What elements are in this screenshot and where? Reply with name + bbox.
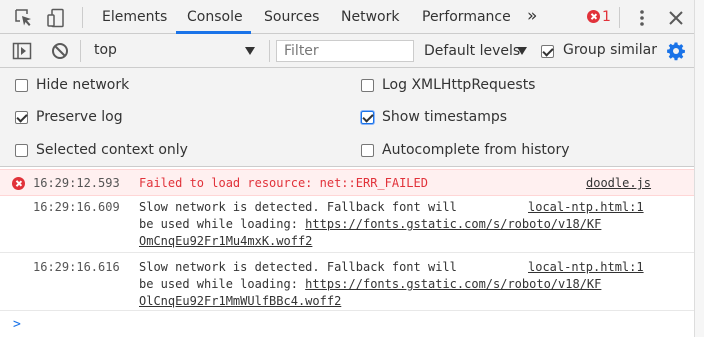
tab-console[interactable]: Console [187, 0, 243, 34]
message-text: Failed to load resource: net::ERR_FAILED [139, 176, 428, 190]
message-url-link[interactable]: OmCnqEu92Fr1Mu4mxK.woff2 [139, 234, 312, 248]
message-timestamp: 16:29:16.609 [33, 200, 120, 214]
message-text-line: be used while loading: https://fonts.gst… [139, 217, 601, 231]
console-message: 16:29:16.616 Slow network is detected. F… [0, 253, 694, 311]
message-text-line: be used while loading: https://fonts.gst… [139, 277, 601, 291]
selected-context-only-label[interactable]: Selected context only [36, 142, 188, 158]
show-timestamps-checkbox[interactable] [361, 111, 374, 124]
show-timestamps-label[interactable]: Show timestamps [382, 109, 507, 125]
tab-network[interactable]: Network [341, 0, 399, 34]
message-source-link[interactable]: doodle.js [586, 176, 651, 190]
hide-network-checkbox[interactable] [15, 79, 28, 92]
message-text-line: Slow network is detected. Fallback font … [139, 260, 457, 274]
inspect-element-icon[interactable] [14, 8, 34, 28]
message-url-link[interactable]: OlCnqEu92Fr1MmWUlfBBc4.woff2 [139, 294, 341, 308]
dropdown-arrow-icon [245, 47, 255, 55]
group-similar-label[interactable]: Group similar [563, 42, 657, 58]
toolbar-divider [269, 40, 270, 62]
autocomplete-from-history-label[interactable]: Autocomplete from history [382, 142, 570, 158]
message-source-link[interactable]: local-ntp.html:1 [528, 260, 644, 274]
toolbar-divider [619, 7, 620, 28]
console-messages: 16:29:12.593 Failed to load resource: ne… [0, 167, 694, 337]
message-text: be used while loading: [139, 277, 306, 291]
execution-context-value: top [94, 42, 117, 58]
console-settings-pane: Hide network Preserve log Selected conte… [0, 68, 694, 167]
dropdown-arrow-icon[interactable] [517, 47, 527, 55]
console-message: 16:29:16.609 Slow network is detected. F… [0, 196, 694, 253]
selected-context-only-checkbox[interactable] [15, 144, 28, 157]
more-tabs-chevron-icon[interactable]: » [527, 0, 537, 33]
log-xmlhttprequests-checkbox[interactable] [361, 79, 374, 92]
group-similar-checkbox[interactable] [541, 45, 554, 58]
error-count[interactable]: 1 [602, 0, 611, 35]
hide-network-label[interactable]: Hide network [36, 77, 129, 93]
log-levels-label: Default levels [424, 43, 521, 59]
toolbar-divider [80, 40, 81, 62]
error-count-icon[interactable] [587, 10, 600, 23]
device-toolbar-icon[interactable] [46, 8, 66, 28]
message-text-line: OmCnqEu92Fr1Mu4mxK.woff2 [139, 234, 312, 248]
clear-console-icon[interactable] [50, 41, 70, 61]
tab-sources[interactable]: Sources [264, 0, 319, 34]
console-prompt-chevron-icon[interactable]: > [13, 317, 21, 332]
preserve-log-label[interactable]: Preserve log [36, 109, 123, 125]
message-text-line: OlCnqEu92Fr1MmWUlfBBc4.woff2 [139, 294, 341, 308]
message-url-link[interactable]: https://fonts.gstatic.com/s/roboto/v18/K… [305, 277, 601, 291]
preserve-log-checkbox[interactable] [15, 111, 28, 124]
message-timestamp: 16:29:12.593 [33, 176, 120, 190]
console-settings-gear-icon[interactable] [666, 41, 686, 61]
vertical-scrollbar[interactable] [694, 0, 704, 337]
show-sidebar-icon[interactable] [12, 41, 32, 61]
message-text-line: Slow network is detected. Fallback font … [139, 200, 457, 214]
log-levels-dropdown[interactable]: Default levels [424, 34, 520, 68]
message-url-link[interactable]: https://fonts.gstatic.com/s/roboto/v18/K… [305, 217, 601, 231]
console-message-error: 16:29:12.593 Failed to load resource: ne… [0, 169, 694, 196]
tab-elements[interactable]: Elements [102, 0, 167, 34]
filter-input[interactable] [276, 40, 414, 62]
devtools-tab-bar: Elements Console Sources Network Perform… [0, 0, 694, 34]
message-text: be used while loading: [139, 217, 306, 231]
error-icon [12, 177, 25, 190]
close-icon[interactable] [666, 8, 686, 28]
log-xmlhttprequests-label[interactable]: Log XMLHttpRequests [382, 77, 535, 93]
toolbar-divider [82, 7, 83, 28]
message-timestamp: 16:29:16.616 [33, 260, 120, 274]
autocomplete-from-history-checkbox[interactable] [361, 144, 374, 157]
kebab-menu-icon[interactable] [632, 8, 652, 28]
execution-context-select[interactable]: top [85, 40, 265, 62]
tab-performance[interactable]: Performance [422, 0, 511, 34]
console-toolbar: top Default levels Group similar [0, 34, 694, 68]
message-source-link[interactable]: local-ntp.html:1 [528, 200, 644, 214]
